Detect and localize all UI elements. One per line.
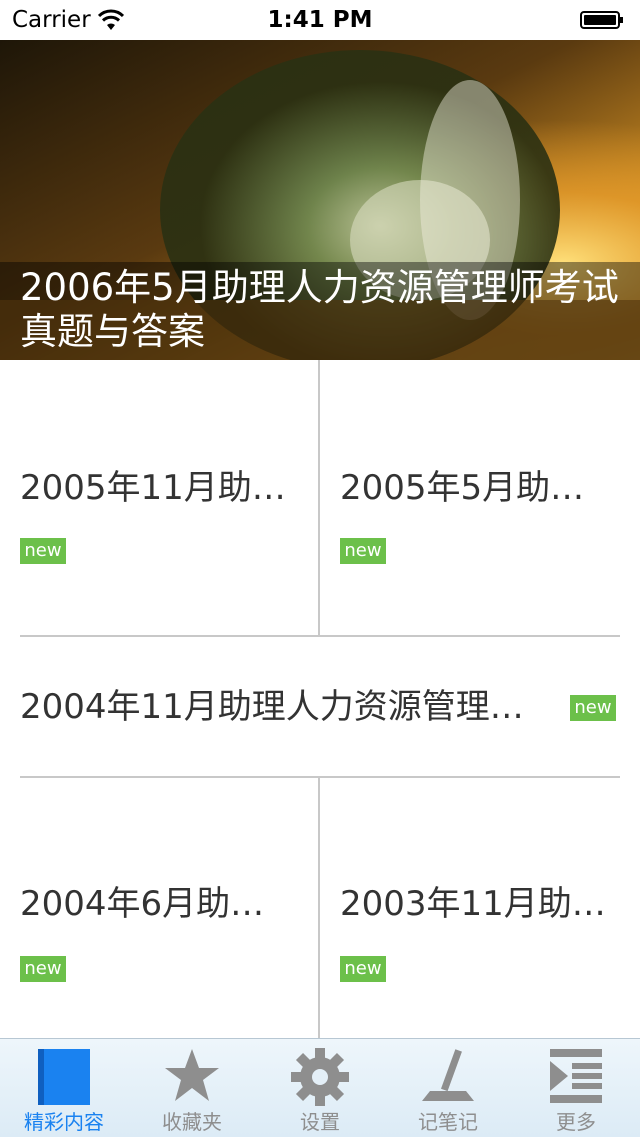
featured-article[interactable]: 2006年5月助理人力资源管理师考试真题与答案 bbox=[0, 40, 640, 360]
new-badge: new bbox=[20, 538, 66, 564]
article-title: 2004年6月助理人力资源管理师考试真题与答案 bbox=[20, 884, 282, 924]
tab-label: 精彩内容 bbox=[24, 1110, 104, 1134]
tab-bar: 精彩内容 收藏夹 设置 记笔记 更多 bbox=[0, 1038, 640, 1137]
battery-icon bbox=[580, 11, 623, 29]
article-title: 2003年11月助理人力资源管理师考试真题与答案 bbox=[340, 884, 620, 924]
tab-take-notes[interactable]: 记笔记 bbox=[384, 1039, 512, 1137]
tab-favorites[interactable]: 收藏夹 bbox=[128, 1039, 256, 1137]
new-badge: new bbox=[20, 956, 66, 982]
article-cell[interactable]: 2005年5月助理人力资源管理师考试真题与答案 new bbox=[320, 360, 640, 636]
tab-label: 记笔记 bbox=[418, 1110, 478, 1134]
new-badge: new bbox=[340, 538, 386, 564]
article-cell[interactable]: 2005年11月助理人力资源管理师考试真题与答案 new bbox=[0, 360, 318, 636]
gear-icon bbox=[291, 1048, 349, 1106]
featured-title: 2006年5月助理人力资源管理师考试真题与答案 bbox=[20, 266, 619, 353]
clock: 1:41 PM bbox=[267, 7, 373, 33]
new-badge: new bbox=[340, 956, 386, 982]
content-icon bbox=[38, 1049, 90, 1105]
article-title: 2005年11月助理人力资源管理师考试真题与答案 bbox=[20, 468, 302, 508]
article-cell-wide[interactable]: 2004年11月助理人力资源管理师考试真题与答案 new bbox=[0, 637, 640, 776]
tab-label: 设置 bbox=[300, 1110, 340, 1134]
more-list-icon bbox=[550, 1049, 602, 1103]
tab-more[interactable]: 更多 bbox=[512, 1039, 640, 1137]
article-cell[interactable]: 2004年6月助理人力资源管理师考试真题与答案 new bbox=[0, 778, 318, 1038]
star-icon bbox=[165, 1049, 219, 1101]
tab-label: 更多 bbox=[556, 1110, 596, 1134]
article-cell[interactable]: 2003年11月助理人力资源管理师考试真题与答案 new bbox=[320, 778, 640, 1038]
status-bar: Carrier 1:41 PM bbox=[0, 0, 640, 40]
new-badge: new bbox=[570, 695, 616, 721]
column-divider bbox=[318, 360, 320, 636]
column-divider bbox=[318, 778, 320, 1038]
article-title: 2004年11月助理人力资源管理师考试真题与答案 bbox=[20, 687, 530, 727]
tab-label: 收藏夹 bbox=[162, 1110, 222, 1134]
tab-settings[interactable]: 设置 bbox=[256, 1039, 384, 1137]
pen-icon bbox=[422, 1049, 474, 1101]
article-title: 2005年5月助理人力资源管理师考试真题与答案 bbox=[340, 468, 602, 508]
tab-featured-content[interactable]: 精彩内容 bbox=[0, 1039, 128, 1137]
